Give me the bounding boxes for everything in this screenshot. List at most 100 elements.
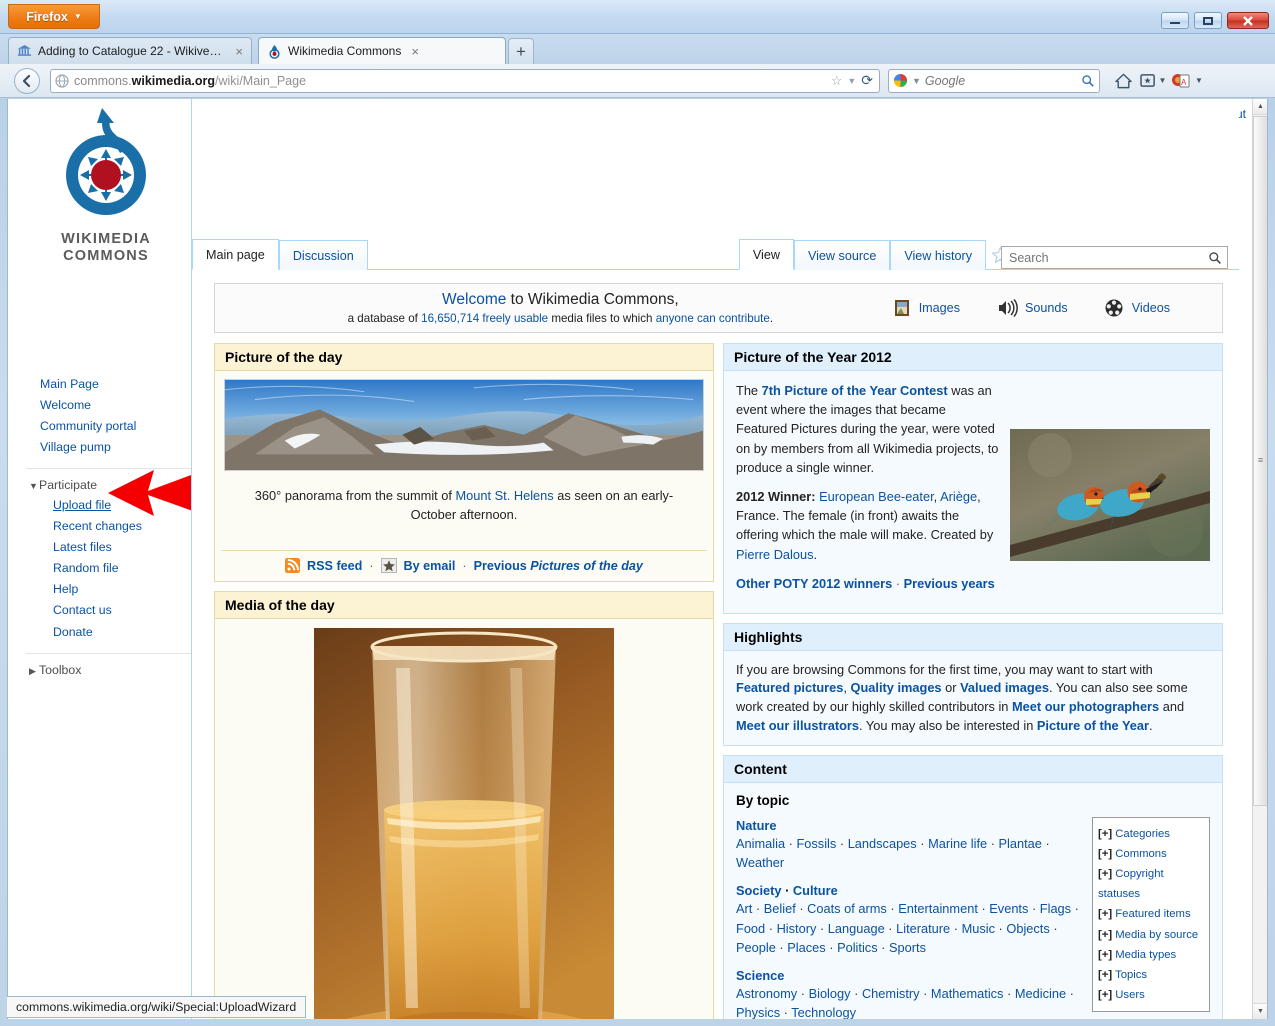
catbox-link-media-types[interactable]: Media types <box>1115 949 1176 961</box>
sidebar-item-donate[interactable]: Donate <box>39 622 191 643</box>
media-of-the-day-image[interactable] <box>314 628 614 1019</box>
expand-icon[interactable]: [+] <box>1098 989 1112 1001</box>
scrollbar-thumb[interactable]: ≡ <box>1253 116 1267 806</box>
catbox-link-users[interactable]: Users <box>1115 989 1145 1001</box>
sidebar-item-random-file[interactable]: Random file <box>39 558 191 579</box>
media-type-label[interactable]: Images <box>919 301 960 315</box>
chevron-down-icon[interactable]: ▼ <box>1159 76 1167 85</box>
pdf-addon-button[interactable]: A ▼ <box>1168 68 1206 94</box>
picture-of-the-year-link[interactable]: Picture of the Year <box>1037 718 1149 733</box>
link-physics[interactable]: Physics <box>736 1005 780 1019</box>
meet-our-illustrators-link[interactable]: Meet our illustrators <box>736 718 859 733</box>
expand-icon[interactable]: [+] <box>1098 908 1112 920</box>
poty-contest-link[interactable]: 7th Picture of the Year Contest <box>762 383 948 398</box>
maximize-button[interactable] <box>1194 12 1222 29</box>
link-entertainment[interactable]: Entertainment <box>898 901 978 916</box>
tab-discussion[interactable]: Discussion <box>278 240 368 270</box>
site-logo[interactable]: WIKIMEDIA COMMONS <box>26 105 186 280</box>
scroll-up-arrow-icon[interactable]: ▲ <box>1253 99 1267 115</box>
chevron-down-icon[interactable]: ▼ <box>847 76 856 86</box>
search-icon[interactable] <box>1081 74 1095 88</box>
expand-icon[interactable]: [+] <box>1098 929 1112 941</box>
welcome-link[interactable]: Welcome <box>442 291 506 308</box>
catbox-row-media-types[interactable]: [+] Media types <box>1098 945 1204 965</box>
media-type-sounds[interactable]: Sounds <box>996 298 1068 318</box>
scroll-down-arrow-icon[interactable]: ▼ <box>1253 1003 1267 1019</box>
browser-tab-wikiversity[interactable]: Adding to Catalogue 22 - Wikiversity × <box>8 37 252 64</box>
reload-icon[interactable]: ⟳ <box>861 72 873 89</box>
url-bar[interactable]: commons.wikimedia.org/wiki/Main_Page ☆ ▼… <box>50 68 880 93</box>
link-technology[interactable]: Technology <box>791 1005 856 1019</box>
expand-icon[interactable]: [+] <box>1098 868 1112 880</box>
search-input[interactable] <box>1007 249 1208 266</box>
home-button[interactable] <box>1108 68 1138 94</box>
sidebar-item-main-page[interactable]: Main Page <box>26 374 191 395</box>
by-email-link[interactable]: By email <box>404 559 456 573</box>
link-landscapes[interactable]: Landscapes <box>848 836 917 851</box>
media-type-label[interactable]: Sounds <box>1025 301 1068 315</box>
catbox-row-copyright-statuses[interactable]: [+] Copyright statuses <box>1098 864 1204 904</box>
link-history[interactable]: History <box>777 921 817 936</box>
sidebar-section-toolbox[interactable]: ▶ Toolbox <box>26 652 191 680</box>
catbox-link-featured-items[interactable]: Featured items <box>1115 908 1190 920</box>
media-type-videos[interactable]: Videos <box>1104 298 1170 318</box>
meet-our-photographers-link[interactable]: Meet our photographers <box>1012 699 1159 714</box>
wiki-search-box[interactable] <box>1001 246 1228 269</box>
link-fossils[interactable]: Fossils <box>796 836 836 851</box>
expand-icon[interactable]: [+] <box>1098 949 1112 961</box>
topic-link-culture[interactable]: Culture <box>793 883 838 898</box>
vertical-scrollbar[interactable]: ▲ ≡ ▼ <box>1252 99 1267 1019</box>
catbox-row-commons[interactable]: [+] Commons <box>1098 844 1204 864</box>
link-astronomy[interactable]: Astronomy <box>736 986 797 1001</box>
browser-search-bar[interactable]: ▼ Google <box>888 68 1100 93</box>
expand-icon[interactable]: [+] <box>1098 848 1112 860</box>
link-objects[interactable]: Objects <box>1006 921 1049 936</box>
expand-icon[interactable]: [+] <box>1098 828 1112 840</box>
european-bee-eater-link[interactable]: European Bee-eater <box>819 489 934 504</box>
catbox-row-categories[interactable]: [+] Categories <box>1098 824 1204 844</box>
bookmark-star-icon[interactable]: ☆ <box>831 73 843 89</box>
featured-pictures-link[interactable]: Featured pictures <box>736 680 843 695</box>
link-biology[interactable]: Biology <box>809 986 851 1001</box>
sidebar-item-latest-files[interactable]: Latest files <box>39 537 191 558</box>
catbox-row-users[interactable]: [+] Users <box>1098 985 1204 1005</box>
minimize-button[interactable] <box>1161 12 1189 29</box>
valued-images-link[interactable]: Valued images <box>960 680 1049 695</box>
link-politics[interactable]: Politics <box>837 940 878 955</box>
search-icon[interactable] <box>1208 251 1222 265</box>
picture-of-the-day-image[interactable] <box>224 379 704 471</box>
pierre-dalous-link[interactable]: Pierre Dalous <box>736 547 814 562</box>
link-mathematics[interactable]: Mathematics <box>931 986 1004 1001</box>
sidebar-item-welcome[interactable]: Welcome <box>26 395 191 416</box>
sidebar-item-contact-us[interactable]: Contact us <box>39 600 191 621</box>
other-poty-winners-link[interactable]: Other POTY 2012 winners <box>736 576 892 591</box>
catbox-row-topics[interactable]: [+] Topics <box>1098 965 1204 985</box>
link-food[interactable]: Food <box>736 921 765 936</box>
chevron-down-icon[interactable]: ▼ <box>1195 76 1203 85</box>
link-medicine[interactable]: Medicine <box>1015 986 1066 1001</box>
catbox-row-media-by-source[interactable]: [+] Media by source <box>1098 925 1204 945</box>
link-plantae[interactable]: Plantae <box>999 836 1042 851</box>
sidebar-item-help[interactable]: Help <box>39 579 191 600</box>
topic-link-science[interactable]: Science <box>736 968 784 983</box>
bookmarks-button[interactable]: ▼ <box>1138 68 1168 94</box>
media-type-label[interactable]: Videos <box>1132 301 1170 315</box>
expand-icon[interactable]: [+] <box>1098 969 1112 981</box>
close-button[interactable] <box>1227 12 1269 29</box>
rss-feed-link[interactable]: RSS feed <box>307 559 362 573</box>
topic-link-nature[interactable]: Nature <box>736 818 777 833</box>
tab-main-page[interactable]: Main page <box>192 239 279 270</box>
link-literature[interactable]: Literature <box>896 921 950 936</box>
tab-view[interactable]: View <box>738 239 794 270</box>
tab-view-history[interactable]: View history <box>890 240 986 270</box>
link-belief[interactable]: Belief <box>764 901 796 916</box>
link-art[interactable]: Art <box>736 901 752 916</box>
chevron-down-icon[interactable]: ▼ <box>912 76 921 86</box>
sidebar-item-community-portal[interactable]: Community portal <box>26 416 191 437</box>
link-places[interactable]: Places <box>787 940 825 955</box>
link-language[interactable]: Language <box>828 921 885 936</box>
link-people[interactable]: People <box>736 940 776 955</box>
catbox-link-media-by-source[interactable]: Media by source <box>1115 929 1198 941</box>
topic-link-society[interactable]: Society <box>736 883 782 898</box>
ariege-link[interactable]: Ariège <box>940 489 977 504</box>
